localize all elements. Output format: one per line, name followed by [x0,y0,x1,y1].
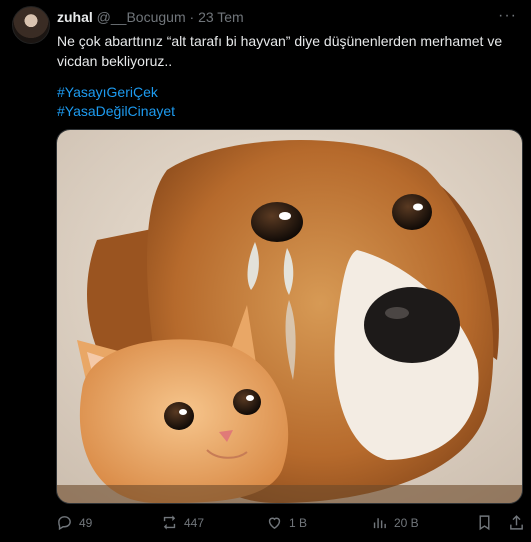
views-button[interactable]: 20 B [371,514,419,531]
retweet-button[interactable]: 447 [161,514,204,531]
bookmark-button[interactable] [476,514,493,531]
more-options-icon[interactable]: ··· [498,7,517,25]
retweet-count: 447 [184,515,205,530]
like-count: 1 B [289,515,308,530]
share-icon [510,515,523,530]
heart-icon [268,517,281,530]
views-count: 20 B [394,515,419,530]
bookmark-icon [479,515,490,531]
tweet-text: Ne çok abarttınız “alt tarafı bi hayvan”… [57,33,503,69]
tweet-date[interactable]: 23 Tem [198,9,244,25]
tweet-header: zuhal @__Bocugum · 23 Tem [57,9,244,25]
tweet-actions: 49 447 1 B 20 B [56,514,526,534]
like-button[interactable]: 1 B [266,514,307,531]
author-handle[interactable]: @__Bocugum [97,9,186,25]
hashtag-link[interactable]: #YasayıGeriÇek [57,83,175,102]
tweet-image[interactable] [56,129,523,504]
reply-icon [58,516,71,531]
date-separator: · [189,9,195,25]
avatar[interactable] [12,6,50,44]
retweet-icon [163,515,176,530]
tweet[interactable]: zuhal @__Bocugum · 23 Tem ··· Ne çok aba… [0,0,531,542]
reply-button[interactable]: 49 [56,514,92,531]
views-icon [373,518,386,529]
reply-count: 49 [79,515,93,530]
hashtag-link[interactable]: #YasaDeğilCinayet [57,102,175,121]
author-name[interactable]: zuhal [57,9,93,25]
share-button[interactable] [508,514,525,531]
hashtags: #YasayıGeriÇek #YasaDeğilCinayet [57,83,175,121]
dog-and-kitten-illustration [57,130,522,503]
